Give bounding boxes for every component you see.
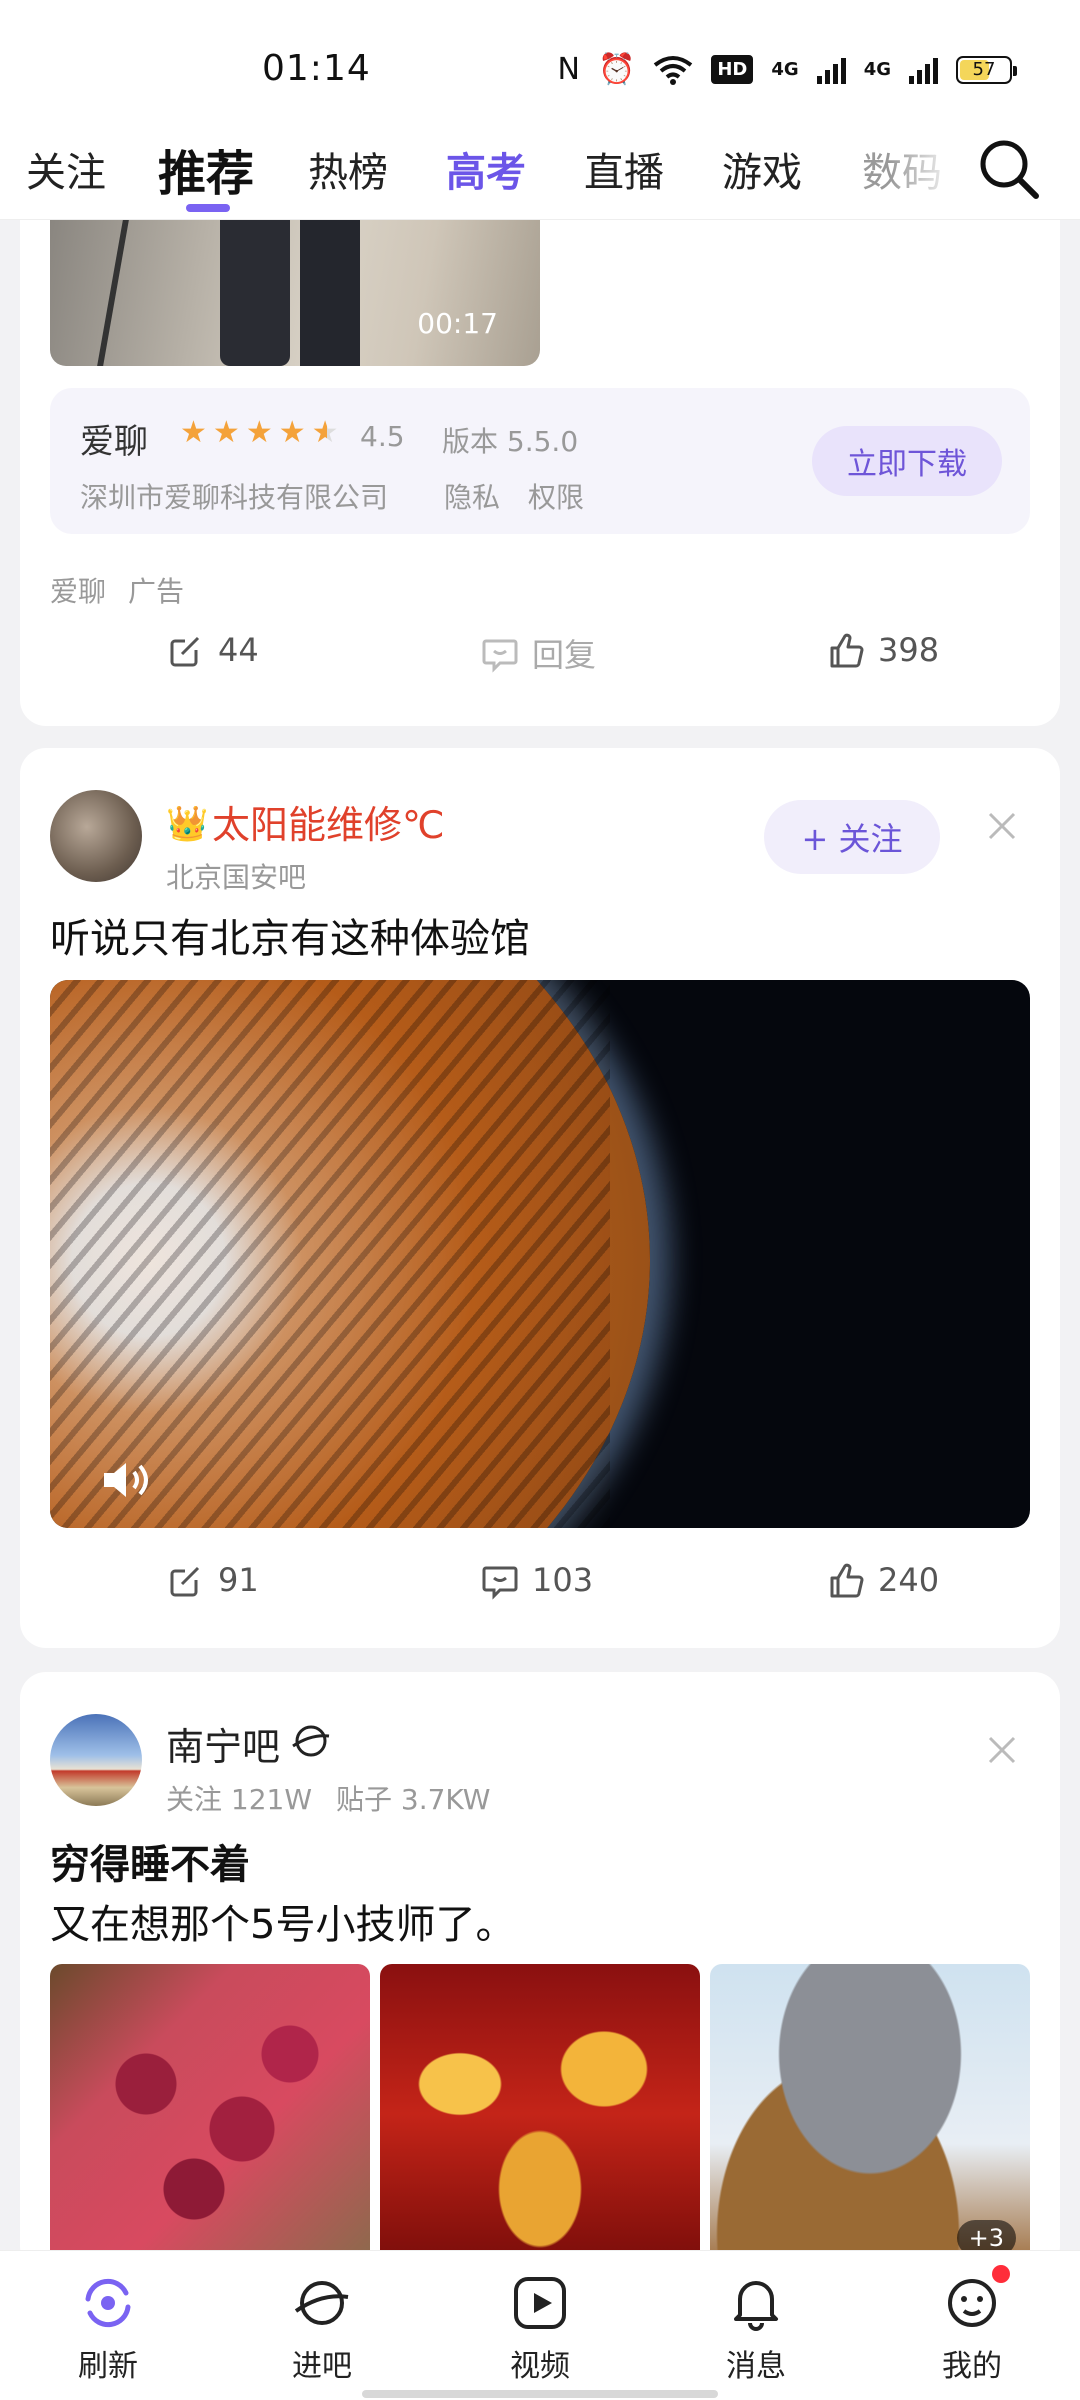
wifi-icon xyxy=(654,55,693,85)
app-version: 版本 5.5.0 xyxy=(442,425,579,458)
ad-action-bar: 44 回复 398 xyxy=(20,630,1060,690)
like-button[interactable]: 398 xyxy=(826,630,939,670)
tab-follow[interactable]: 关注 xyxy=(26,140,106,198)
app-info-box: 爱聊 ★ ★ ★ ★ ★ 4.5 版本 5.5.0 深圳市爱聊科技有限公司 隐私… xyxy=(50,388,1030,534)
share-button[interactable]: 44 xyxy=(166,630,259,670)
app-name: 爱聊 xyxy=(80,422,148,462)
planet-icon xyxy=(292,1725,330,1757)
nav-profile[interactable]: 我的 xyxy=(912,2265,1032,2385)
tab-hot[interactable]: 热榜 xyxy=(308,140,388,198)
thumbs-up-icon xyxy=(830,1563,864,1598)
volume-icon[interactable] xyxy=(100,1458,154,1502)
post-action-bar: 91 103 240 xyxy=(20,1560,1060,1620)
post-image[interactable] xyxy=(50,1964,370,2264)
tab-gaokao[interactable]: 高考 xyxy=(446,140,526,198)
share-icon xyxy=(170,636,200,667)
tab-active-indicator xyxy=(186,204,230,212)
ad-video-thumbnail[interactable]: 00:17 xyxy=(50,220,540,366)
bell-icon xyxy=(734,2281,778,2331)
ad-source: 爱聊 xyxy=(50,575,107,608)
nfc-icon: N xyxy=(557,52,580,87)
post-image-row: +3 xyxy=(50,1964,1030,2264)
post-card-2[interactable]: 南宁吧 关注 121W 贴子 3.7KW 穷得睡不着 又在想那个5号小技师了。 … xyxy=(20,1672,1060,2272)
post-title[interactable]: 听说只有北京有这种体验馆 xyxy=(50,906,530,964)
tab-recommend[interactable]: 推荐 xyxy=(158,134,254,204)
thumbs-up-icon xyxy=(830,633,864,668)
status-time: 01:14 xyxy=(262,48,371,89)
bottom-nav: 刷新 进吧 视频 消息 我的 xyxy=(0,2250,1080,2400)
comment-icon xyxy=(482,1566,518,1600)
forum-posts: 贴子 3.7KW xyxy=(336,1783,491,1816)
signal-icon-2 xyxy=(909,56,938,84)
username[interactable]: 太阳能维修℃ xyxy=(212,794,445,849)
status-bar: 01:14 N ⏰ HD 4G 4G 57 xyxy=(0,0,1080,130)
star-icon: ★ xyxy=(245,415,273,450)
video-duration: 00:17 xyxy=(417,307,498,340)
post-title[interactable]: 穷得睡不着 xyxy=(50,1832,250,1890)
privacy-link[interactable]: 隐私 xyxy=(444,476,500,516)
half-star-icon: ★ xyxy=(311,415,339,450)
star-icon: ★ xyxy=(180,415,207,450)
comment-button[interactable]: 103 xyxy=(480,1560,593,1600)
tab-games[interactable]: 游戏 xyxy=(722,140,802,198)
alarm-icon: ⏰ xyxy=(598,52,636,87)
star-icon: ★ xyxy=(278,415,306,450)
follow-button[interactable]: + 关注 xyxy=(764,800,940,874)
rating-stars: ★ ★ ★ ★ ★ xyxy=(180,418,339,448)
forum-avatar[interactable] xyxy=(50,1714,142,1806)
post-image[interactable]: +3 xyxy=(710,1964,1030,2264)
video-icon xyxy=(514,2277,566,2329)
signal-icon xyxy=(816,56,846,84)
status-icons: N ⏰ HD 4G 4G 57 xyxy=(557,52,1017,87)
planet-icon xyxy=(294,2281,349,2325)
notification-dot xyxy=(992,2265,1010,2283)
crown-icon: 👑 xyxy=(166,804,209,844)
hd-badge: HD xyxy=(711,55,754,84)
network-type-2: 4G xyxy=(863,59,891,80)
forum-followers: 关注 121W xyxy=(166,1783,313,1816)
permissions-link[interactable]: 权限 xyxy=(528,476,584,516)
forum-name[interactable]: 北京国安吧 xyxy=(166,856,306,896)
reply-button[interactable]: 回复 xyxy=(480,630,596,676)
search-icon[interactable] xyxy=(976,136,1042,202)
close-icon[interactable] xyxy=(984,808,1020,844)
post-card-1[interactable]: 👑 太阳能维修℃ 北京国安吧 + 关注 听说只有北京有这种体验馆 91 103 … xyxy=(20,748,1060,1648)
top-tab-bar: 关注 推荐 热榜 高考 直播 游戏 数码 xyxy=(0,130,1080,220)
comment-icon xyxy=(482,639,518,673)
tab-live[interactable]: 直播 xyxy=(584,140,664,198)
battery-icon: 57 xyxy=(956,55,1017,84)
star-icon: ★ xyxy=(212,415,240,450)
nav-messages[interactable]: 消息 xyxy=(696,2271,816,2385)
like-button[interactable]: 240 xyxy=(826,1560,939,1600)
share-button[interactable]: 91 xyxy=(166,1560,259,1600)
forum-title[interactable]: 南宁吧 xyxy=(166,1716,280,1771)
company-name: 深圳市爱聊科技有限公司 xyxy=(80,481,389,514)
rating-value: 4.5 xyxy=(360,420,405,453)
refresh-icon xyxy=(85,2278,131,2328)
share-icon xyxy=(170,1566,200,1597)
nav-video[interactable]: 视频 xyxy=(480,2271,600,2385)
post-body[interactable]: 又在想那个5号小技师了。 xyxy=(50,1892,515,1950)
post-image[interactable] xyxy=(380,1964,700,2264)
nav-forums[interactable]: 进吧 xyxy=(262,2271,382,2385)
network-type-1: 4G xyxy=(771,59,799,80)
ad-label: 广告 xyxy=(128,575,185,608)
download-button[interactable]: 立即下载 xyxy=(812,426,1002,496)
home-indicator[interactable] xyxy=(362,2390,718,2398)
close-icon[interactable] xyxy=(984,1732,1020,1768)
nav-refresh[interactable]: 刷新 xyxy=(48,2271,168,2385)
tab-fade-mask xyxy=(890,130,970,218)
avatar[interactable] xyxy=(50,790,142,882)
post-video[interactable] xyxy=(50,980,1030,1528)
ad-card[interactable]: 00:17 爱聊 ★ ★ ★ ★ ★ 4.5 版本 5.5.0 深圳市爱聊科技有… xyxy=(20,220,1060,726)
